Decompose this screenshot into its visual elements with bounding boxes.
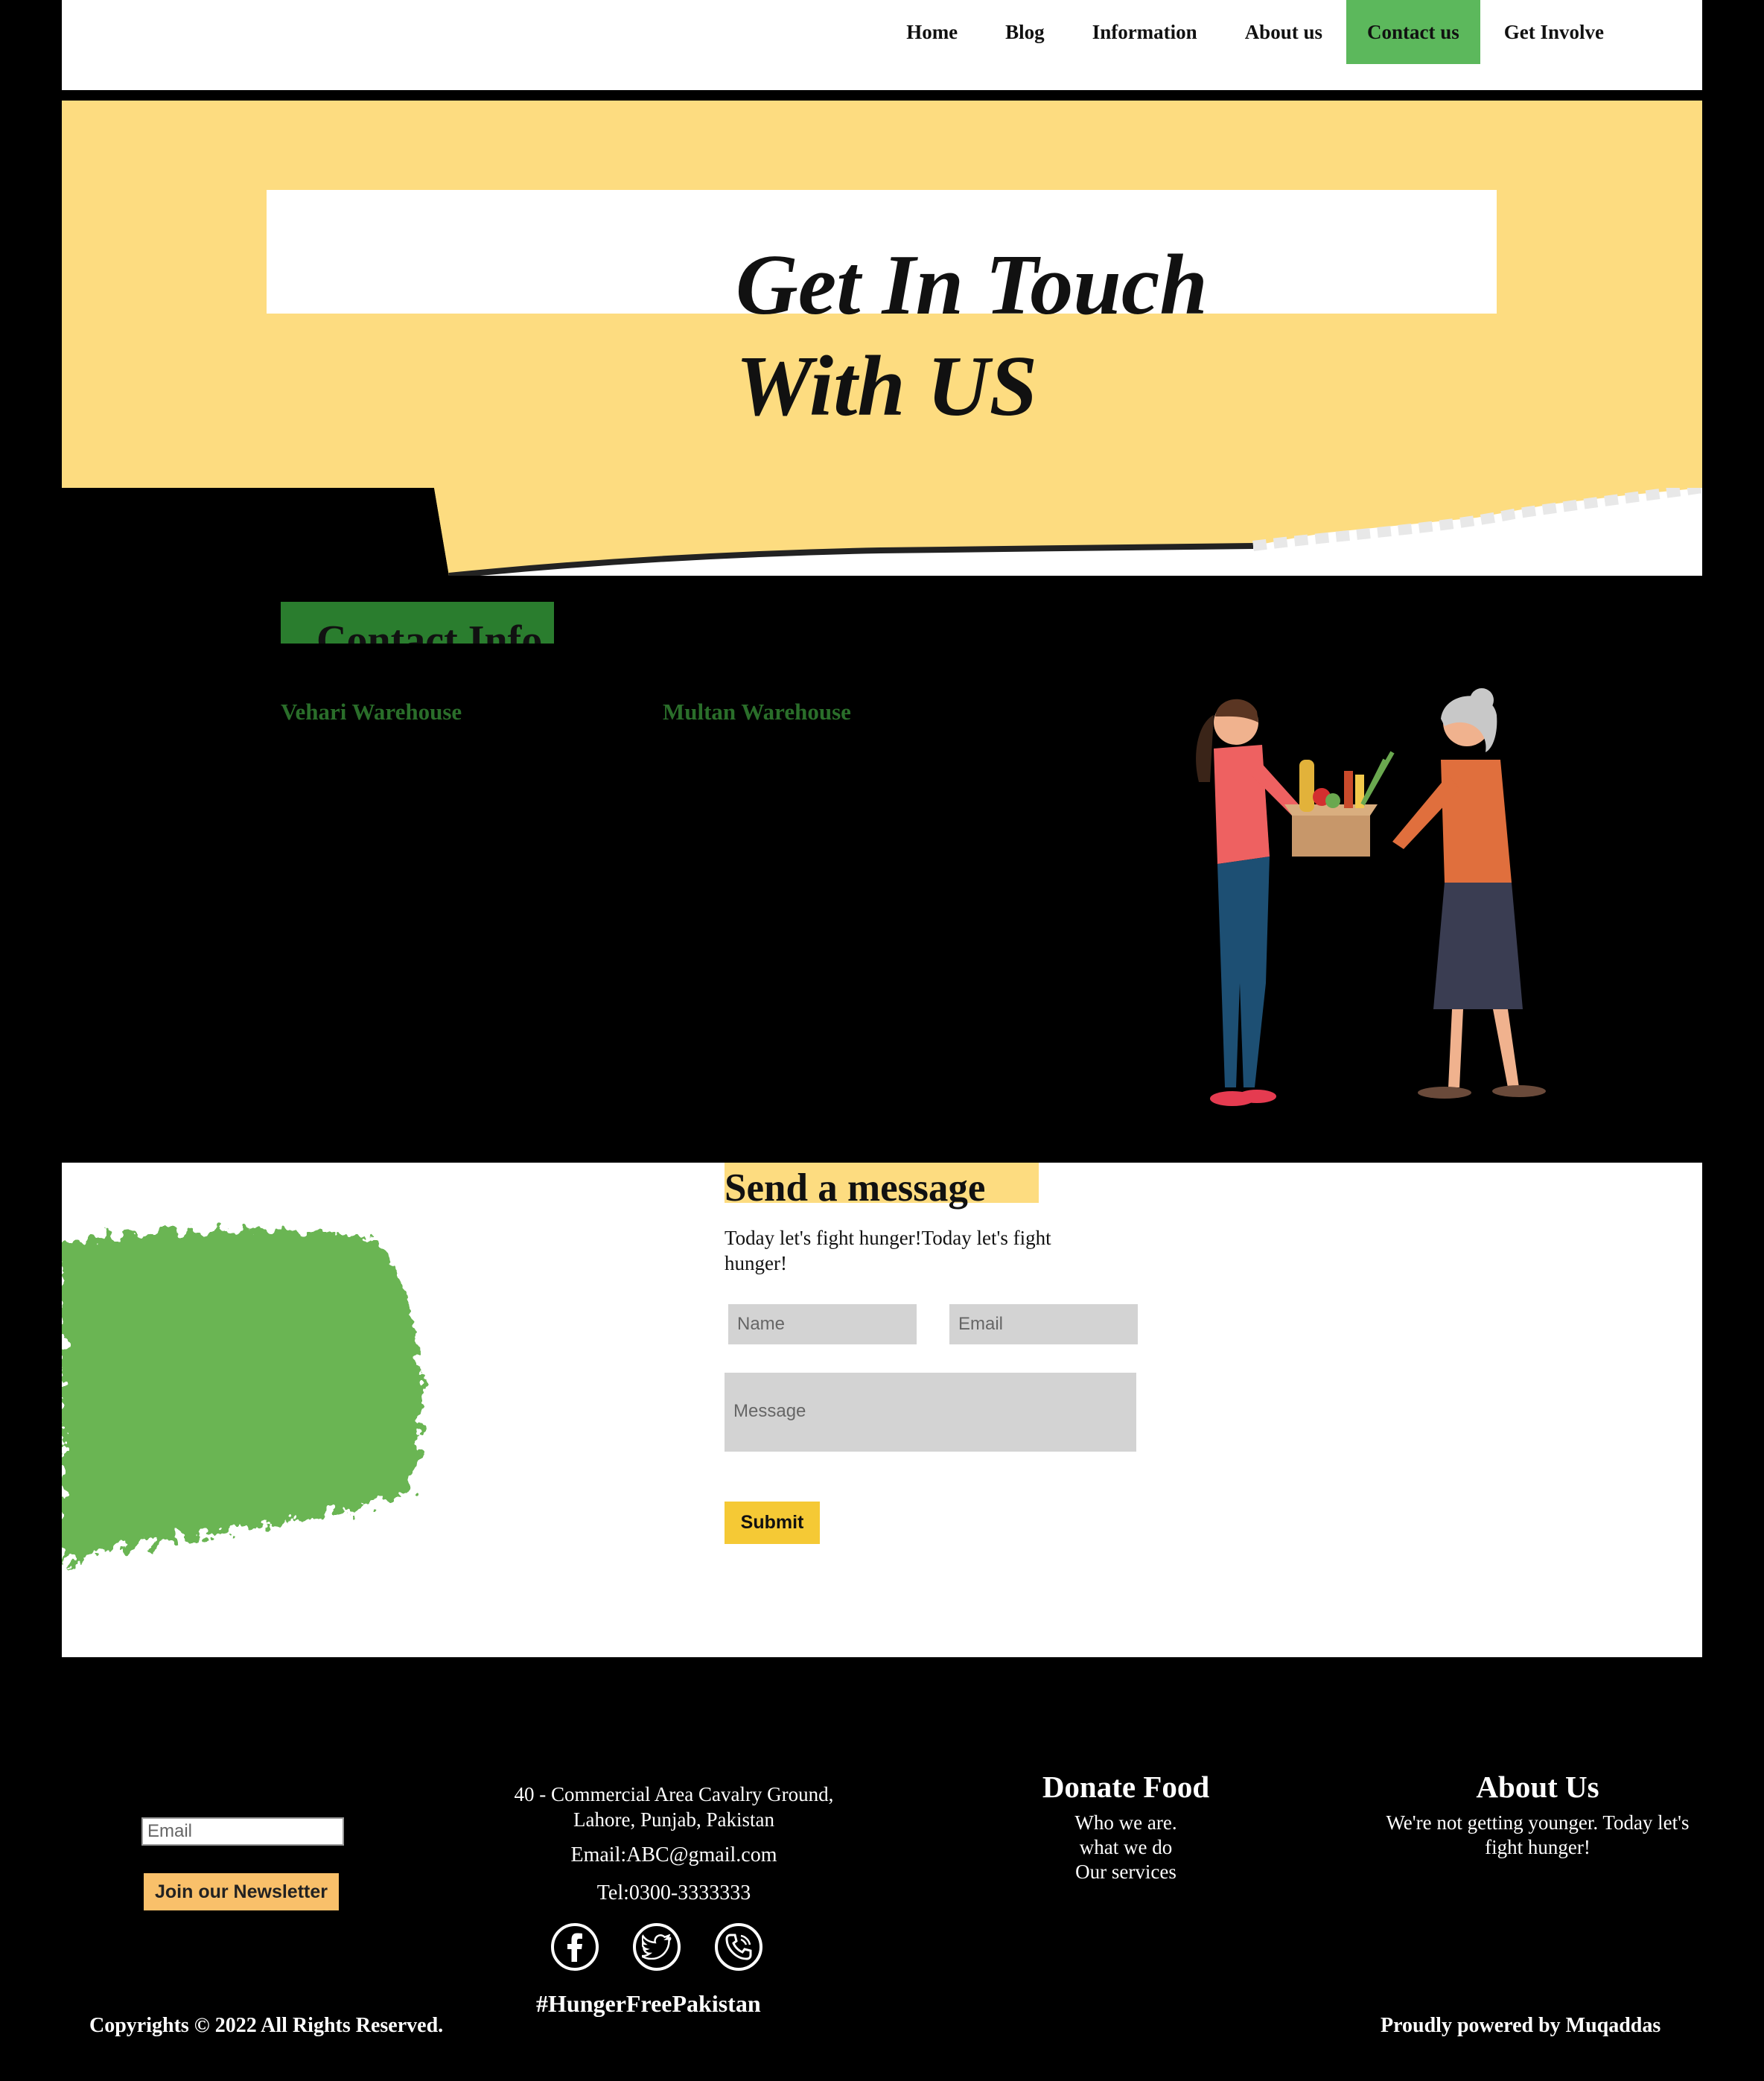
twitter-icon[interactable] xyxy=(633,1923,681,1971)
green-brush-decoration xyxy=(62,1229,422,1565)
multan-warehouse-label: Multan Warehouse xyxy=(663,699,851,725)
footer-tel: Tel:0300-3333333 xyxy=(596,1881,751,1904)
our-services-link[interactable]: Our services xyxy=(977,1860,1275,1884)
send-message-subtitle: Today let's fight hunger!Today let's fig… xyxy=(725,1227,1051,1274)
nav-about-link[interactable]: About us xyxy=(1221,0,1346,64)
donate-links: Who we are. what we do Our services xyxy=(977,1811,1275,1884)
nav-home-link[interactable]: Home xyxy=(882,0,981,64)
email-input[interactable] xyxy=(949,1304,1138,1344)
phone-icon[interactable] xyxy=(715,1923,762,1971)
send-message-title: Send a message xyxy=(725,1166,986,1210)
newsletter-email-input[interactable] xyxy=(141,1817,344,1846)
torn-paper-edge xyxy=(62,488,1702,576)
powered-by: Proudly powered by Muqaddas xyxy=(1381,2014,1661,2037)
nav-contact-link[interactable]: Contact us xyxy=(1346,0,1480,64)
footer-donate-column: Donate Food Who we are. what we do Our s… xyxy=(977,1769,1275,1884)
nav-blog-link[interactable]: Blog xyxy=(981,0,1069,64)
footer-about-column: About Us We're not getting younger. Toda… xyxy=(1385,1769,1690,1860)
copyright: Copyrights © 2022 All Rights Reserved. xyxy=(89,2014,444,2037)
food-donation-illustration xyxy=(1196,688,1546,1106)
send-message-section: Send a message Today let's fight hunger!… xyxy=(62,1163,1702,1657)
nav-get-involve-link[interactable]: Get Involve xyxy=(1480,0,1628,64)
nav-menu: Home Blog Information About us Contact u… xyxy=(882,0,1628,64)
hero-title: Get In Touch With US xyxy=(736,238,1208,434)
hero-banner: Get In Touch With US xyxy=(62,101,1702,576)
hashtag: #HungerFreePakistan xyxy=(536,1990,761,2017)
who-we-are-link[interactable]: Who we are. xyxy=(977,1811,1275,1835)
facebook-icon[interactable] xyxy=(551,1923,599,1971)
about-us-text: We're not getting younger. Today let's f… xyxy=(1386,1811,1690,1858)
footer-email: Email:ABC@gmail.com xyxy=(570,1843,777,1866)
submit-button[interactable]: Submit xyxy=(725,1502,820,1544)
contact-info-heading-text: Contact Info xyxy=(316,617,543,644)
donate-food-heading: Donate Food xyxy=(1042,1770,1210,1804)
vehari-warehouse-label: Vehari Warehouse xyxy=(281,699,462,725)
message-textarea[interactable] xyxy=(725,1373,1136,1452)
footer-address: 40 - Commercial Area Cavalry Ground, Lah… xyxy=(514,1783,834,1831)
contact-info-heading: Contact Info xyxy=(281,602,554,644)
name-input[interactable] xyxy=(728,1304,917,1344)
top-nav: Home Blog Information About us Contact u… xyxy=(62,0,1702,95)
join-newsletter-button[interactable]: Join our Newsletter xyxy=(144,1873,339,1910)
about-us-heading: About Us xyxy=(1476,1770,1599,1804)
what-we-do-link[interactable]: what we do xyxy=(977,1835,1275,1860)
nav-information-link[interactable]: Information xyxy=(1069,0,1221,64)
social-links xyxy=(551,1923,762,1971)
